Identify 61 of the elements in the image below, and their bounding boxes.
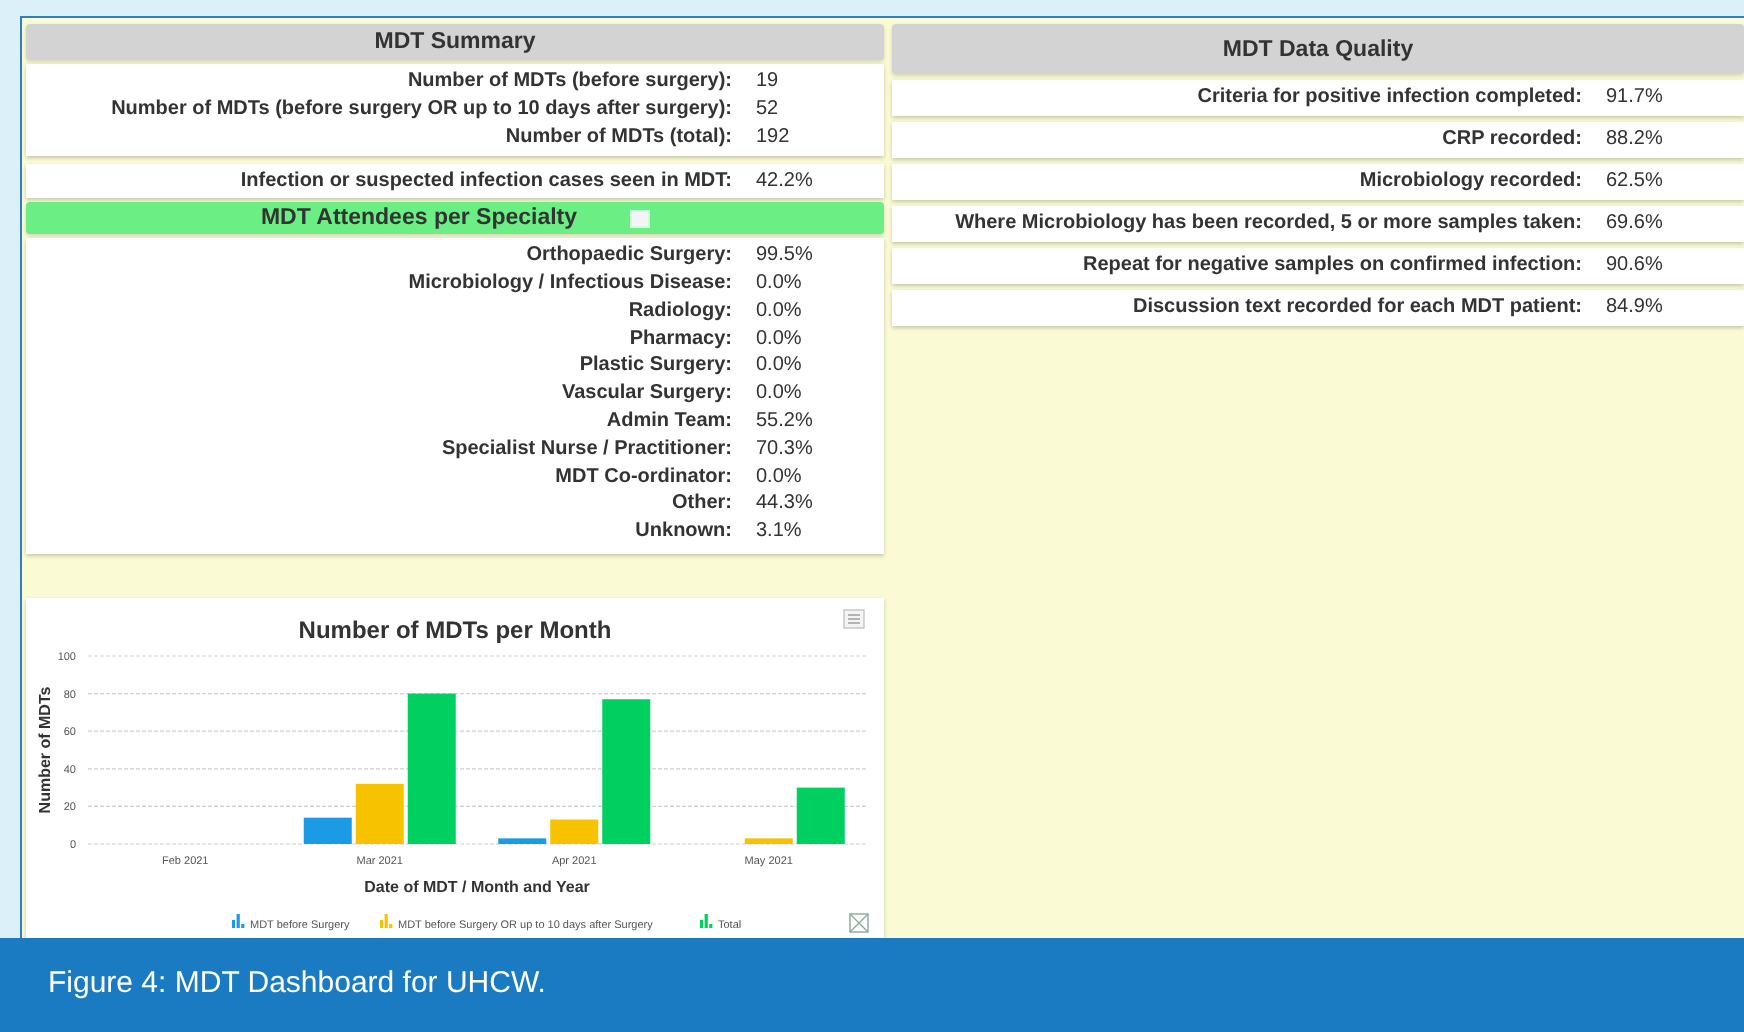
stat-value: 52 (754, 95, 781, 124)
stat-value: 91.7% (1604, 86, 1665, 110)
stat-label: Vascular Surgery: (559, 380, 732, 409)
chart-bar (744, 838, 793, 844)
stat-label: Radiology: (626, 297, 732, 326)
stat-label: Microbiology recorded: (1357, 170, 1582, 194)
stat-label: Discussion text recorded for each MDT patient: (1131, 296, 1582, 320)
legend-bar-icon (232, 914, 245, 928)
figure-caption: Figure 4: MDT Dashboard for UHCW. (0, 938, 1744, 1032)
stat-value: 90.6% (1604, 254, 1665, 278)
stat-label: Criteria for positive infection completed: (1195, 86, 1582, 110)
chart-bar (355, 783, 404, 844)
y-axis-title: Number of MDTs (36, 686, 54, 814)
stat-value: 0.0% (754, 352, 804, 381)
stat-value: 0.0% (754, 463, 804, 491)
stat-label: Where Microbiology has been recorded, 5 or more samples taken: (953, 212, 1582, 236)
stat-label: Pharmacy: (627, 325, 732, 353)
stat-label: Microbiology / Infectious Disease: (406, 270, 732, 298)
stat-label: CRP recorded: (1440, 128, 1582, 152)
panel-title: MDT Data Quality (1222, 37, 1414, 61)
stat-value: 70.3% (754, 435, 815, 464)
stat-value: 88.2% (1604, 128, 1665, 152)
chart-bar (498, 838, 547, 844)
stat-label: Repeat for negative samples on confirmed infection: (1081, 254, 1582, 278)
stat-label: Number of MDTs (before surgery): (405, 68, 732, 96)
stat-value: 0.0% (754, 297, 804, 326)
stat-label: Specialist Nurse / Practitioner: (439, 435, 732, 464)
stat-label: Unknown: (633, 518, 732, 546)
menu-icon (843, 609, 865, 629)
stat-value: 192 (754, 123, 792, 151)
square-icon (629, 209, 650, 228)
stat-label: Admin Team: (604, 408, 732, 436)
stat-value: 0.0% (754, 380, 804, 409)
stat-value: 69.6% (1604, 212, 1665, 236)
stat-value: 84.9% (1604, 296, 1665, 320)
stat-value: 0.0% (754, 270, 804, 298)
legend-bar-icon (380, 914, 393, 928)
x-axis-title: Date of MDT / Month and Year (364, 878, 590, 896)
stat-label: Orthopaedic Surgery: (524, 242, 732, 271)
stat-label: Number of MDTs (total): (503, 123, 732, 151)
stat-value: 3.1% (754, 518, 804, 546)
panel-title: MDT Summary (374, 30, 536, 55)
stat-value: 42.2% (754, 167, 815, 195)
stat-value: 0.0% (754, 325, 804, 353)
resize-icon (849, 913, 869, 933)
chart-bar (796, 787, 845, 844)
stat-label: Number of MDTs (before surgery OR up to 10 days after surgery): (109, 95, 732, 124)
stat-label: MDT Co-ordinator: (553, 463, 732, 491)
stat-value: 62.5% (1604, 170, 1665, 194)
stat-value: 19 (754, 68, 781, 96)
chart-title: Number of MDTs per Month (298, 616, 612, 644)
stat-value: 99.5% (754, 242, 815, 271)
stat-label: Plastic Surgery: (577, 352, 732, 381)
panel-title: MDT Attendees per Specialty (260, 206, 578, 231)
chart-bar (550, 819, 599, 844)
legend-bar-icon (700, 914, 713, 928)
stat-value: 44.3% (754, 490, 815, 519)
stat-label: Infection or suspected infection cases seen in MDT: (238, 167, 732, 195)
stat-value: 55.2% (754, 408, 815, 436)
stat-label: Other: (670, 490, 732, 519)
chart-bar (303, 817, 352, 844)
